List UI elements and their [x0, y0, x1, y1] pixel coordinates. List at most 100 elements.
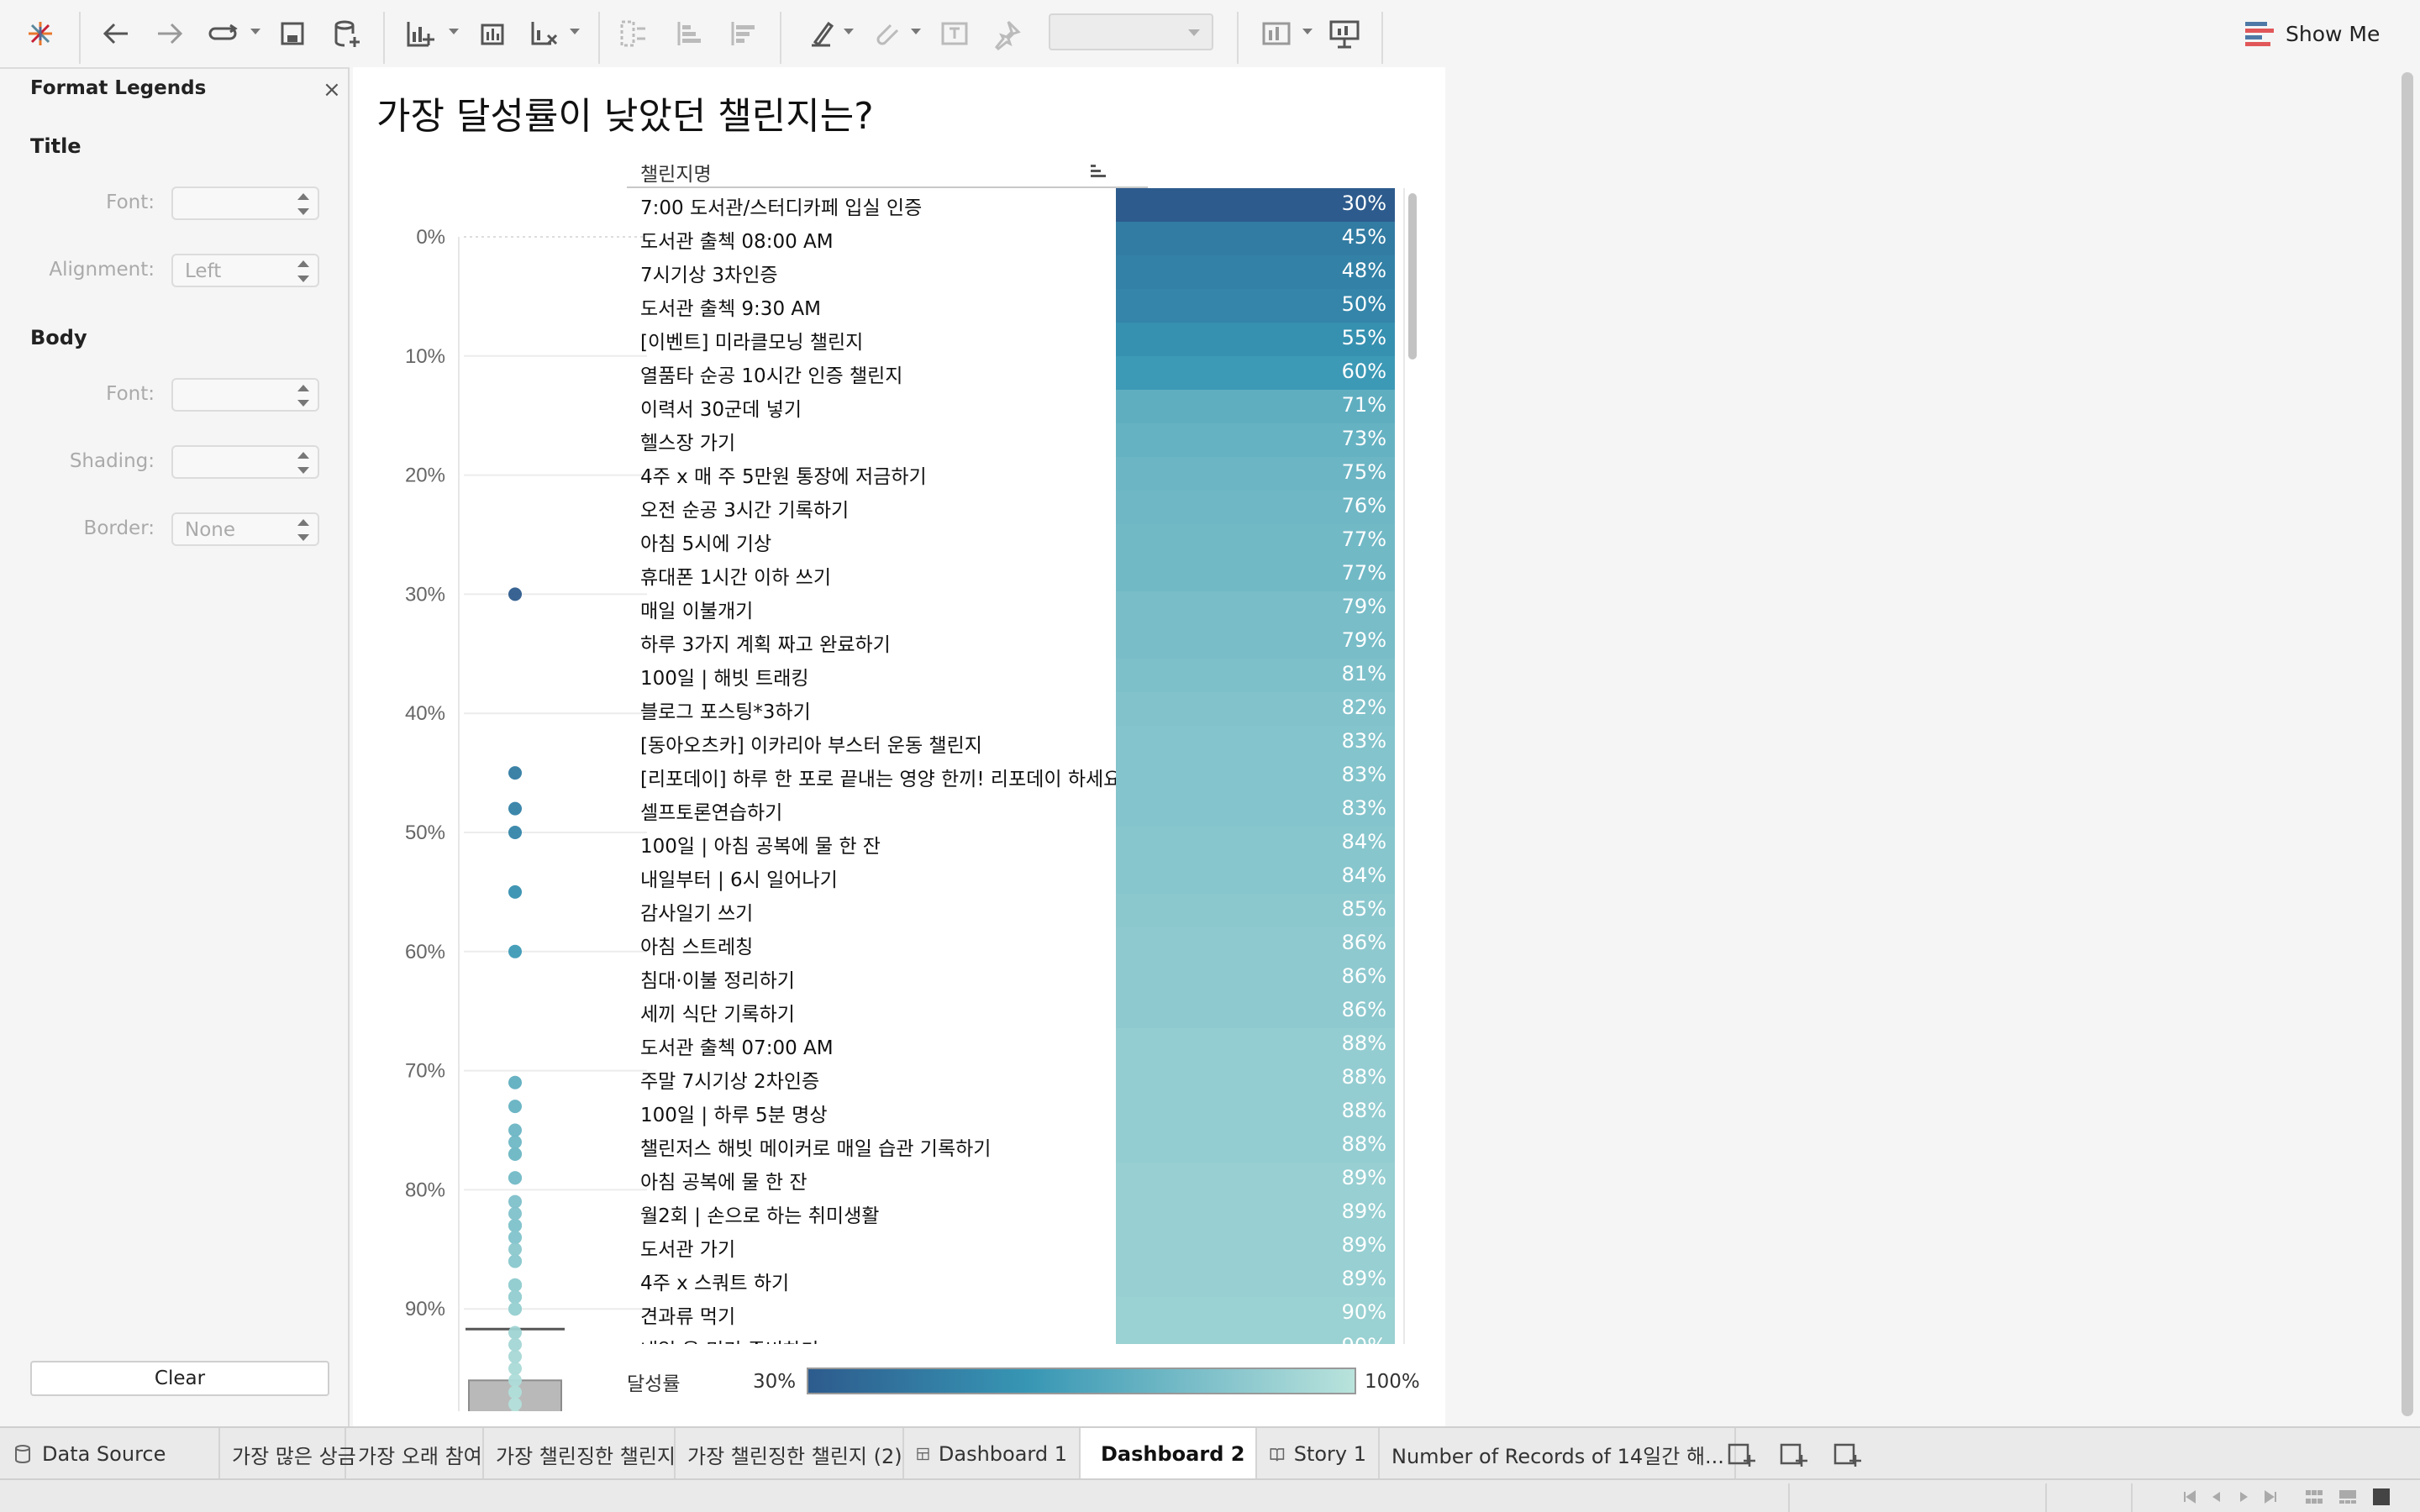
show-me-button[interactable]: Show Me [2245, 15, 2380, 52]
box-plot-chart[interactable]: 0%10%20%30%40%50%60%70%80%90%100% [387, 151, 647, 1411]
tab-6[interactable]: Dashboard 1 [904, 1428, 1081, 1480]
label-icon[interactable] [933, 12, 976, 55]
table-row[interactable]: 셀프토론연습하기 83% [627, 793, 1408, 827]
table-scrollbar-thumb[interactable] [1408, 193, 1417, 360]
table-row[interactable]: 아침 스트레칭 86% [627, 927, 1408, 961]
table-row[interactable]: 도서관 출첵 08:00 AM 45% [627, 222, 1408, 255]
rate-value: 55% [1341, 326, 1386, 349]
tab-8[interactable]: Story 1 [1257, 1428, 1380, 1480]
clear-sheet-icon[interactable] [523, 12, 566, 55]
tab-1[interactable]: Data Source [0, 1428, 220, 1480]
tabs-view-icon[interactable] [2371, 1487, 2391, 1507]
show-cards-icon[interactable] [1255, 12, 1299, 55]
tab-label: 가장 오래 참여 [358, 1444, 482, 1468]
challenge-table[interactable]: 챌린지명 7:00 도서관/스터디카페 입실 인증 30% 도서관 출첵 08:00… [627, 151, 1450, 1344]
rate-value: 73% [1341, 427, 1386, 450]
table-row[interactable]: 견과류 먹기 90% [627, 1297, 1408, 1331]
new-dashboard-tab-icon[interactable] [1778, 1440, 1808, 1470]
tab-4[interactable]: 가장 챌린징한 챌린지 [484, 1428, 676, 1480]
table-scrollbar[interactable] [1403, 188, 1418, 1344]
last-sheet-icon[interactable] [2260, 1487, 2281, 1507]
column-header-challenge[interactable]: 챌린지명 [640, 158, 712, 186]
table-row[interactable]: 100일 | 하루 5분 명상 88% [627, 1095, 1408, 1129]
table-row[interactable]: 100일 | 아침 공복에 물 한 잔 84% [627, 827, 1408, 860]
tab-7[interactable]: Dashboard 2 [1081, 1428, 1257, 1480]
new-data-source-icon[interactable] [324, 12, 368, 55]
table-row[interactable]: 도서관 출첵 9:30 AM 50% [627, 289, 1408, 323]
body-border-field[interactable]: None [171, 512, 319, 546]
tableau-logo-icon[interactable] [18, 12, 62, 55]
table-row[interactable]: 침대·이불 정리하기 86% [627, 961, 1408, 995]
tab-9[interactable]: Number of Records of 14일간 해... [1380, 1428, 1736, 1480]
table-row[interactable]: 매일 이불개기 79% [627, 591, 1408, 625]
rate-value: 81% [1341, 662, 1386, 685]
body-shading-label: Shading: [69, 450, 155, 472]
swap-icon[interactable] [612, 12, 655, 55]
save-icon[interactable] [271, 12, 314, 55]
group-icon[interactable] [864, 12, 908, 55]
fit-select[interactable] [1049, 13, 1213, 50]
table-row[interactable]: 내일부터 | 6시 일어나기 84% [627, 860, 1408, 894]
color-legend[interactable]: 달성률 30% 100% [627, 1361, 1450, 1411]
y-tick-label: 90% [405, 1298, 445, 1320]
table-row[interactable]: 4주 x 스쿼트 하기 89% [627, 1263, 1408, 1297]
redo-dropdown-icon[interactable] [202, 12, 245, 55]
tab-3[interactable]: 가장 오래 참여 [346, 1428, 484, 1480]
body-shading-field[interactable] [171, 445, 319, 479]
challenge-name: 100일 | 해빗 트래킹 [640, 668, 809, 690]
tab-2[interactable]: 가장 많은 상금 [220, 1428, 356, 1480]
table-row[interactable]: 이력서 30군데 넣기 71% [627, 390, 1408, 423]
table-row[interactable]: 100일 | 해빗 트래킹 81% [627, 659, 1408, 692]
table-row[interactable]: [리포데이] 하루 한 포로 끝내는 영양 한끼! 리포데이 하세요! 83% [627, 759, 1408, 793]
table-row[interactable]: 블로그 포스팅*3하기 82% [627, 692, 1408, 726]
table-row[interactable]: 열품타 순공 10시간 인증 챌린지 60% [627, 356, 1408, 390]
sheet-sorter-icon[interactable] [2304, 1487, 2324, 1507]
challenge-name: 4주 x 매 주 5만원 통장에 저금하기 [640, 466, 927, 488]
table-row[interactable]: 도서관 출첵 07:00 AM 88% [627, 1028, 1408, 1062]
table-row[interactable]: 챌린저스 해빗 메이커로 매일 습관 기록하기 88% [627, 1129, 1408, 1163]
rate-value: 71% [1341, 393, 1386, 417]
filmstrip-icon[interactable] [2338, 1487, 2358, 1507]
vertical-scrollbar[interactable] [2400, 67, 2415, 1426]
table-row[interactable]: 아침 공복에 물 한 잔 89% [627, 1163, 1408, 1196]
table-row[interactable]: 7:00 도서관/스터디카페 입실 인증 30% [627, 188, 1408, 222]
redo-icon[interactable] [148, 12, 192, 55]
vertical-scrollbar-thumb[interactable] [2402, 72, 2413, 1416]
new-story-tab-icon[interactable] [1832, 1440, 1862, 1470]
table-row[interactable]: 도서관 가기 89% [627, 1230, 1408, 1263]
body-font-field[interactable] [171, 378, 319, 412]
first-sheet-icon[interactable] [2180, 1487, 2200, 1507]
new-worksheet-icon[interactable] [398, 12, 442, 55]
table-row[interactable]: 오전 순공 3시간 기록하기 76% [627, 491, 1408, 524]
table-row[interactable]: 4주 x 매 주 5만원 통장에 저금하기 75% [627, 457, 1408, 491]
table-row[interactable]: [이벤트] 미라클모닝 챌린지 55% [627, 323, 1408, 356]
next-sheet-icon[interactable] [2233, 1487, 2254, 1507]
table-row[interactable]: 월2회 | 손으로 하는 취미생활 89% [627, 1196, 1408, 1230]
sort-icon[interactable] [1089, 161, 1107, 180]
new-worksheet-tab-icon[interactable] [1726, 1440, 1756, 1470]
sort-descending-icon[interactable] [721, 12, 765, 55]
table-row[interactable]: 하루 3가지 계획 짜고 완료하기 79% [627, 625, 1408, 659]
tab-5[interactable]: 가장 챌린징한 챌린지 (2) [676, 1428, 904, 1480]
table-row[interactable]: [동아오츠카] 이카리아 부스터 운동 챌린지 83% [627, 726, 1408, 759]
pin-icon[interactable] [985, 12, 1028, 55]
title-alignment-field[interactable]: Left [171, 254, 319, 287]
table-row[interactable]: 세끼 식단 기록하기 86% [627, 995, 1408, 1028]
table-row[interactable]: 주말 7시기상 2차인증 88% [627, 1062, 1408, 1095]
sort-ascending-icon[interactable] [667, 12, 711, 55]
table-row[interactable]: 내일 옷 미리 준비하기 90% [627, 1331, 1408, 1344]
title-font-field[interactable] [171, 186, 319, 220]
table-row[interactable]: 아침 5시에 기상 77% [627, 524, 1408, 558]
prev-sheet-icon[interactable] [2207, 1487, 2227, 1507]
table-row[interactable]: 7시기상 3차인증 48% [627, 255, 1408, 289]
challenge-name: 아침 5시에 기상 [640, 533, 772, 555]
highlight-icon[interactable] [800, 12, 844, 55]
table-row[interactable]: 감사일기 쓰기 85% [627, 894, 1408, 927]
clear-button[interactable]: Clear [30, 1361, 329, 1396]
presentation-mode-icon[interactable] [1323, 12, 1366, 55]
duplicate-icon[interactable] [471, 12, 514, 55]
close-icon[interactable]: × [323, 77, 341, 102]
table-row[interactable]: 헬스장 가기 73% [627, 423, 1408, 457]
table-row[interactable]: 휴대폰 1시간 이하 쓰기 77% [627, 558, 1408, 591]
undo-icon[interactable] [94, 12, 138, 55]
